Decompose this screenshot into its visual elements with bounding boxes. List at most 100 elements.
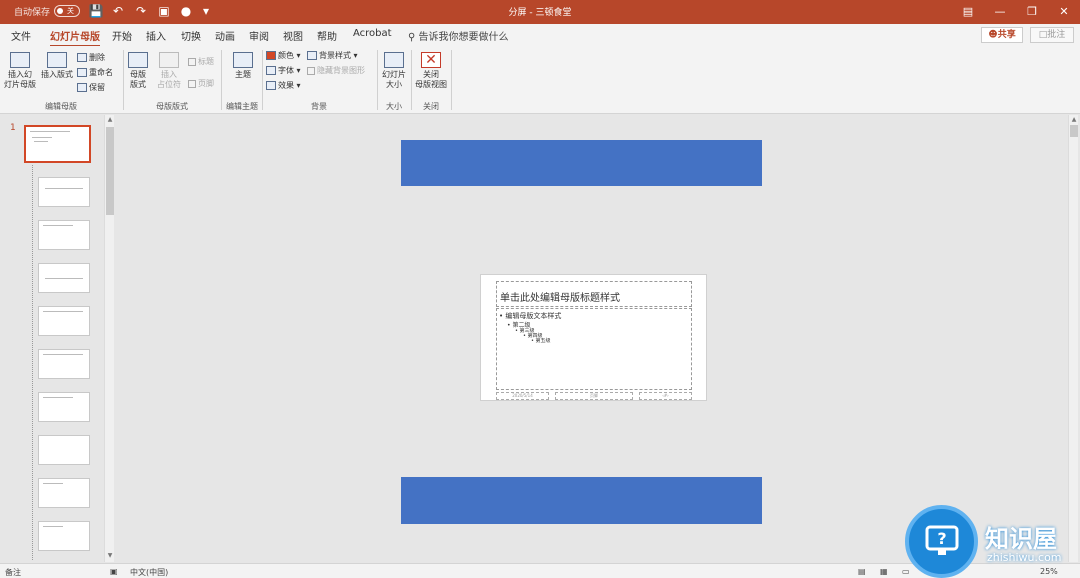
redo-icon[interactable]: ↷ [133, 3, 149, 19]
close-master-view-button[interactable]: ✕ 关闭 母版视图 [414, 52, 448, 90]
layout-thumbnail[interactable] [38, 478, 90, 508]
thumb-line [43, 483, 63, 484]
fonts-dropdown[interactable]: 字体 ▾ [266, 65, 301, 76]
title-placeholder[interactable]: 单击此处编辑母版标题样式 [496, 281, 692, 307]
present-icon[interactable]: ▣ [156, 3, 172, 19]
title-bar: 自动保存 关 💾 ↶ ↷ ▣ ● ▾ 分屏 - 三顿食堂 ▤ — ❐ ✕ [0, 0, 1080, 24]
blue-rectangle-bottom[interactable] [401, 477, 762, 524]
preserve-button[interactable]: 保留 [77, 82, 105, 93]
hide-background-checkbox[interactable]: 隐藏背景图形 [307, 65, 365, 76]
slide-editor: 单击此处编辑母版标题样式 • 编辑母版文本样式 • 第二级 • 第三级 • 第四… [118, 115, 1078, 562]
scroll-down-icon[interactable]: ▼ [105, 551, 115, 561]
customize-qat-icon[interactable]: ▾ [198, 3, 214, 19]
date-placeholder[interactable]: 2020/5/14 [496, 392, 549, 400]
undo-icon[interactable]: ↶ [110, 3, 126, 19]
watermark-logo: ? 知识屋 zhishiwu.com [905, 505, 1080, 578]
group-label-edit-master: 编辑母版 [45, 102, 77, 111]
tab-slide-master[interactable]: 幻灯片母版 [50, 28, 100, 47]
tab-help[interactable]: 帮助 [317, 28, 337, 43]
insert-layout-button[interactable]: 插入版式 [40, 52, 74, 80]
layout-thumbnail[interactable] [38, 349, 90, 379]
tab-view[interactable]: 视图 [283, 28, 303, 43]
colors-dropdown[interactable]: 颜色 ▾ [266, 50, 301, 61]
window-title: 分屏 - 三顿食堂 [508, 8, 572, 18]
tab-file[interactable]: 文件 [11, 28, 31, 43]
record-icon[interactable]: ● [178, 3, 194, 19]
scroll-up-icon[interactable]: ▲ [1069, 115, 1079, 125]
layout-thumbnail[interactable] [38, 435, 90, 465]
tab-acrobat[interactable]: Acrobat [353, 28, 392, 39]
layout-thumbnail[interactable] [38, 220, 90, 250]
footer-placeholder[interactable]: 页脚 [555, 392, 633, 400]
layout-thumbnail[interactable] [38, 521, 90, 551]
editor-scrollbar[interactable]: ▲ [1068, 115, 1078, 562]
slide-title: 单击此处编辑母版标题样式 [500, 293, 620, 304]
minimize-icon[interactable]: — [988, 3, 1012, 21]
group-label-edit-theme: 编辑主题 [226, 102, 258, 111]
comment-icon: □ [1038, 30, 1048, 40]
tab-transitions[interactable]: 切换 [181, 28, 201, 43]
themes-button[interactable]: 主题 [230, 52, 256, 80]
tab-review[interactable]: 审阅 [249, 28, 269, 43]
notes-button[interactable]: 备注 [5, 567, 21, 578]
blue-rectangle-top[interactable] [401, 140, 762, 186]
share-button[interactable]: ☻共享 [981, 27, 1023, 43]
layout-thumbnail[interactable] [38, 306, 90, 336]
close-window-icon[interactable]: ✕ [1052, 3, 1076, 21]
language-indicator[interactable]: 中文(中国) [130, 567, 168, 578]
master-layout-button[interactable]: 母版 版式 [127, 52, 149, 90]
insert-layout-icon [47, 52, 67, 68]
slide-number-placeholder[interactable]: ‹#› [639, 392, 692, 400]
layout-thumbnail[interactable] [38, 177, 90, 207]
share-icon: ☻ [988, 30, 998, 40]
colors-icon [266, 51, 276, 60]
thumb-line [43, 311, 83, 312]
scrollbar-thumb[interactable] [106, 127, 114, 215]
save-icon[interactable]: 💾 [88, 3, 104, 19]
spellcheck-icon[interactable]: ▣ [110, 567, 118, 576]
rename-button[interactable]: 重命名 [77, 67, 113, 78]
effects-dropdown[interactable]: 效果 ▾ [266, 80, 301, 91]
question-bubble-icon: ? [905, 505, 978, 578]
background-styles-dropdown[interactable]: 背景样式 ▾ [307, 50, 358, 61]
autosave-toggle[interactable]: 关 [54, 5, 80, 17]
insert-placeholder-button[interactable]: 插入 占位符 [154, 52, 184, 90]
tab-animations[interactable]: 动画 [215, 28, 235, 43]
tell-me-search[interactable]: ⚲ 告诉我你想要做什么 [408, 28, 509, 43]
scrollbar-thumb[interactable] [1070, 125, 1078, 137]
slide-sorter-icon[interactable]: ▦ [880, 567, 888, 576]
thumb-line [43, 526, 63, 527]
fonts-icon [266, 66, 276, 75]
layout-thumbnail[interactable] [38, 263, 90, 293]
normal-view-icon[interactable]: ▤ [858, 567, 866, 576]
thumb-line [45, 278, 83, 279]
restore-icon[interactable]: ❐ [1020, 3, 1044, 21]
insert-slide-master-button[interactable]: 插入幻 灯片母版 [4, 52, 36, 90]
comments-button[interactable]: □批注 [1030, 27, 1074, 43]
scroll-up-icon[interactable]: ▲ [105, 115, 115, 125]
thumb-line [32, 137, 52, 138]
insert-master-icon [10, 52, 30, 68]
ribbon-display-icon[interactable]: ▤ [956, 3, 980, 21]
master-slide[interactable]: 单击此处编辑母版标题样式 • 编辑母版文本样式 • 第二级 • 第三级 • 第四… [480, 274, 707, 401]
watermark-url: zhishiwu.com [987, 551, 1062, 564]
rename-icon [77, 68, 87, 77]
ribbon-tabs: 文件 幻灯片母版 开始 插入 切换 动画 审阅 视图 帮助 Acrobat ⚲ … [0, 24, 1080, 47]
tab-insert[interactable]: 插入 [146, 28, 166, 43]
svg-text:?: ? [937, 529, 946, 548]
slide-size-icon [384, 52, 404, 68]
thumbnail-scrollbar[interactable]: ▲ ▼ [104, 115, 114, 562]
thumb-line [45, 188, 83, 189]
layout-thumbnail[interactable] [38, 392, 90, 422]
background-styles-icon [307, 51, 317, 60]
master-thumbnail[interactable] [24, 125, 91, 163]
body-placeholder[interactable]: • 编辑母版文本样式 • 第二级 • 第三级 • 第四级 • 第五级 [496, 308, 692, 390]
footer-checkbox[interactable]: 页脚 [188, 78, 214, 89]
thumbnail-pane: 1 ▲ ▼ [0, 115, 117, 562]
title-checkbox[interactable]: 标题 [188, 56, 214, 67]
slide-size-button[interactable]: 幻灯片 大小 [380, 52, 408, 90]
checkbox-icon [188, 57, 196, 66]
delete-button[interactable]: 删除 [77, 52, 105, 63]
master-layout-icon [128, 52, 148, 68]
tab-home[interactable]: 开始 [112, 28, 132, 43]
